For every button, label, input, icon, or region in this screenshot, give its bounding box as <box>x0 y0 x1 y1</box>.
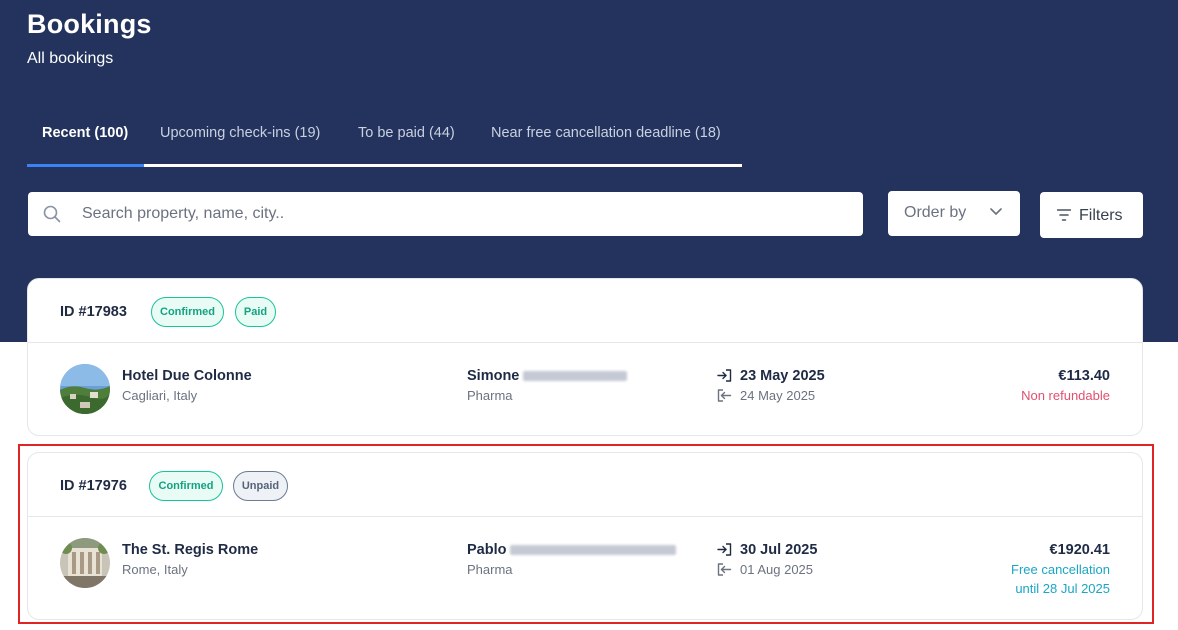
order-by-label: Order by <box>904 204 967 221</box>
chevron-down-icon <box>990 208 1002 215</box>
search-input[interactable] <box>82 192 842 236</box>
booking-card[interactable]: ID #17983 Confirmed Paid Hotel Due Colon… <box>27 278 1143 436</box>
check-out-date: 24 May 2025 <box>740 388 816 403</box>
property-avatar <box>60 364 110 414</box>
page-title: Bookings <box>27 9 152 39</box>
booking-price: €113.40 <box>1058 368 1110 384</box>
tab-upcoming-check-ins[interactable]: Upcoming check-ins (19) <box>144 110 342 164</box>
guest-company: Pharma <box>467 388 513 403</box>
guest-name: Simone <box>467 368 628 384</box>
check-in-icon <box>717 369 732 382</box>
cancellation-policy: Non refundable <box>1021 388 1110 403</box>
booking-id: ID #17983 <box>60 304 127 320</box>
search-box <box>28 192 863 236</box>
status-badge-confirmed: Confirmed <box>151 297 224 327</box>
booking-card-header: ID #17983 Confirmed Paid <box>28 279 1142 343</box>
property-name[interactable]: Hotel Due Colonne <box>122 368 252 384</box>
selection-highlight <box>18 444 1154 624</box>
check-in-date: 23 May 2025 <box>740 368 825 384</box>
property-location: Cagliari, Italy <box>122 388 198 403</box>
filters-button[interactable]: Filters <box>1040 192 1143 238</box>
check-out-icon <box>717 389 732 402</box>
tab-to-be-paid[interactable]: To be paid (44) <box>342 110 474 164</box>
search-icon <box>43 205 61 223</box>
filters-label: Filters <box>1079 207 1123 224</box>
order-by-dropdown[interactable]: Order by <box>888 191 1020 236</box>
guest-first-name: Simone <box>467 368 520 384</box>
filter-icon <box>1057 209 1071 221</box>
tab-recent[interactable]: Recent (100) <box>27 110 144 167</box>
redacted-guest-surname <box>523 371 628 382</box>
payment-badge-paid: Paid <box>235 297 276 327</box>
booking-tabs: Recent (100) Upcoming check-ins (19) To … <box>27 110 742 167</box>
page-subtitle: All bookings <box>27 50 114 67</box>
tab-near-free-cancellation-deadline[interactable]: Near free cancellation deadline (18) <box>474 110 742 164</box>
